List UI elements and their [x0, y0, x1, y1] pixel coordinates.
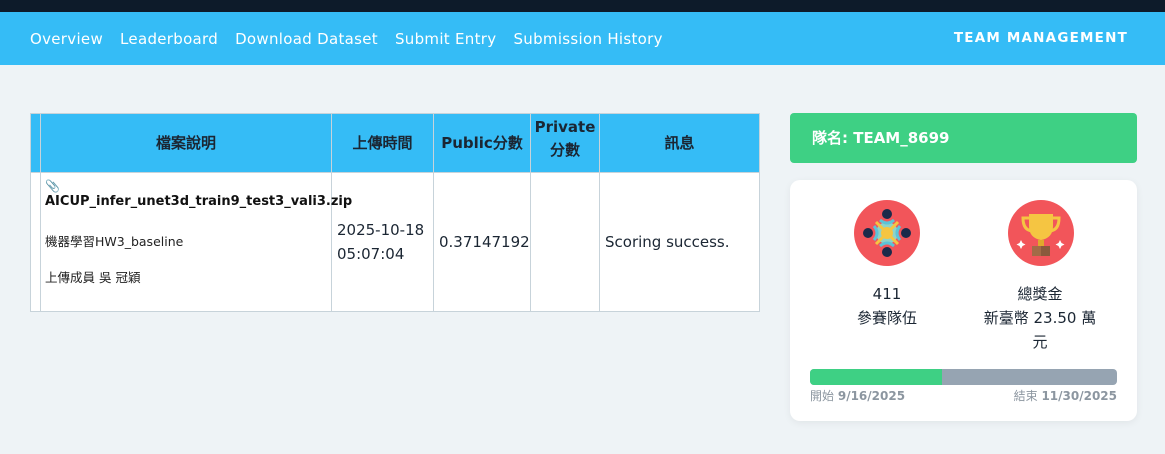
competition-progress-bar: [810, 369, 1117, 385]
teams-label: 參賽隊伍: [856, 309, 917, 327]
message-cell: Scoring success.: [599, 172, 760, 312]
paperclip-icon: 📎: [45, 179, 60, 193]
nav-download-dataset[interactable]: Download Dataset: [235, 30, 378, 48]
end-date: 11/30/2025: [1041, 389, 1117, 403]
top-strip: [0, 0, 1165, 12]
file-cell: 📎 AICUP_infer_unet3d_train9_test3_vali3.…: [40, 172, 352, 312]
table-row: 📎 AICUP_infer_unet3d_train9_test3_vali3.…: [30, 172, 760, 312]
nav-leaderboard[interactable]: Leaderboard: [120, 30, 218, 48]
teams-count: 411: [872, 285, 902, 303]
file-uploader: 上傳成員 吳 冠穎: [45, 270, 141, 285]
progress-fill: [810, 369, 942, 385]
prize-stat: 總獎金 新臺幣 23.50 萬 元: [965, 282, 1115, 354]
file-description: 機器學習HW3_baseline: [45, 234, 184, 249]
private-score-header-text: Private 分數: [534, 118, 596, 159]
nav-team-management[interactable]: TEAM MANAGEMENT: [954, 30, 1128, 46]
table-header-upload-time: 上傳時間: [331, 113, 434, 173]
nav-submit-entry[interactable]: Submit Entry: [395, 30, 497, 48]
table-header-row: 檔案說明 上傳時間 Public分數 Private 分數 訊息: [30, 113, 760, 173]
upload-date: 2025-10-18: [337, 221, 425, 239]
teams-stat: 411 參賽隊伍: [812, 282, 962, 330]
end-date-label: 結束 11/30/2025: [1014, 387, 1117, 404]
prize-value-line1: 新臺幣 23.50 萬: [983, 309, 1097, 327]
team-people-icon: [854, 200, 920, 266]
table-header-blank: [30, 113, 41, 173]
private-score-cell: [530, 172, 600, 312]
stats-card: 411 參賽隊伍 總獎金 新臺幣 23.50 萬 元 開始 9/16/2025 …: [790, 180, 1137, 421]
start-date: 9/16/2025: [837, 389, 906, 403]
nav-overview[interactable]: Overview: [30, 30, 103, 48]
table-header-public-score: Public分數: [433, 113, 531, 173]
trophy-icon: [1008, 200, 1074, 266]
navbar: Overview Leaderboard Download Dataset Su…: [0, 12, 1165, 65]
row-blank-cell: [30, 172, 41, 312]
prize-label: 總獎金: [1017, 285, 1063, 303]
table-header-private-score: Private 分數: [530, 113, 600, 173]
file-name-link[interactable]: AICUP_infer_unet3d_train9_test3_vali3.zi…: [45, 194, 352, 209]
start-label: 開始: [810, 389, 835, 403]
public-score-cell: 0.37147192: [433, 172, 531, 312]
team-name-box: 隊名: TEAM_8699: [790, 113, 1137, 163]
prize-value-line2: 元: [1032, 333, 1048, 351]
table-header-file-desc: 檔案說明: [40, 113, 332, 173]
end-label: 結束: [1013, 389, 1038, 403]
start-date-label: 開始 9/16/2025: [810, 387, 905, 404]
nav-submission-history[interactable]: Submission History: [513, 30, 662, 48]
submission-table: 檔案說明 上傳時間 Public分數 Private 分數 訊息 📎 AICUP…: [30, 113, 760, 312]
table-header-message: 訊息: [599, 113, 760, 173]
upload-time: 05:07:04: [337, 245, 405, 263]
